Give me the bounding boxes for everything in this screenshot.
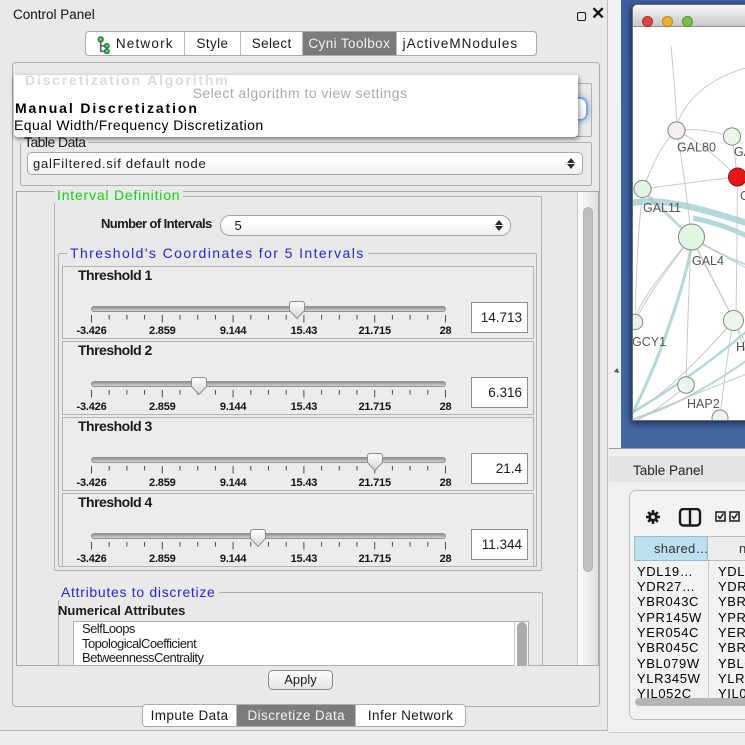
svg-text:GAL80: GAL80 <box>677 141 716 155</box>
svg-text:GAL4: GAL4 <box>692 254 724 268</box>
svg-text:C: C <box>740 189 745 203</box>
svg-text:GCY1: GCY1 <box>633 335 666 349</box>
svg-text:GA: GA <box>734 145 745 159</box>
svg-text:H: H <box>736 340 745 354</box>
svg-text:HAP2: HAP2 <box>687 397 720 411</box>
svg-text:GAL11: GAL11 <box>643 201 681 215</box>
